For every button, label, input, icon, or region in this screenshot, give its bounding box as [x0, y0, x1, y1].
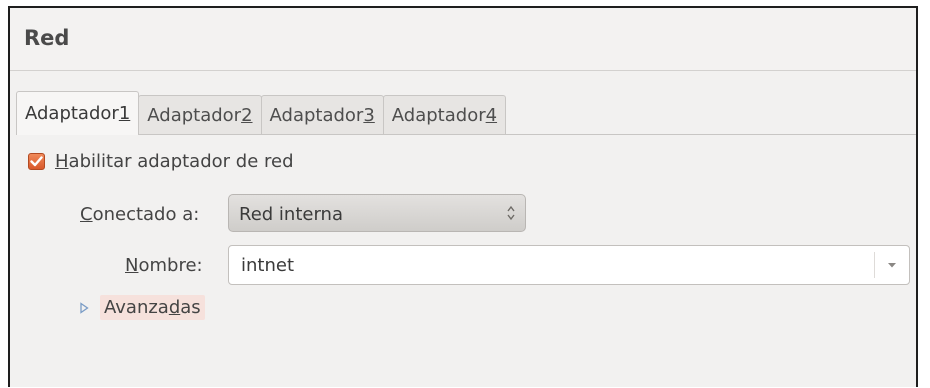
tab-panel-border	[16, 134, 916, 135]
window-title: Red	[24, 26, 70, 50]
name-label: Nombre:	[125, 255, 203, 276]
tab-label-mnemonic: 4	[485, 105, 498, 126]
advanced-label: Avanzadas	[100, 295, 205, 320]
adapter-tabs: Adaptador 1 Adaptador 2 Adaptador 3 Adap…	[16, 91, 507, 135]
tab-label-prefix: Adaptador	[269, 105, 364, 126]
tab-label-prefix: Adaptador	[25, 103, 119, 124]
advanced-mnemonic: d	[168, 297, 181, 318]
name-combobox[interactable]: intnet	[228, 245, 910, 285]
enable-adapter-checkbox[interactable]	[28, 153, 45, 170]
name-text: ombre:	[138, 255, 203, 276]
dropdown-arrow-icon[interactable]	[885, 260, 899, 270]
connected-to-value: Red interna	[239, 204, 343, 225]
expander-triangle-icon	[80, 301, 89, 314]
connected-to-label: Conectado a:	[80, 204, 199, 225]
spin-arrows-icon	[507, 205, 515, 221]
tab-adaptador-3[interactable]: Adaptador 3	[260, 95, 384, 135]
tab-label-prefix: Adaptador	[147, 105, 242, 126]
enable-adapter-mnemonic: H	[55, 151, 69, 172]
tab-adaptador-1[interactable]: Adaptador 1	[16, 91, 140, 135]
tab-label-mnemonic: 1	[118, 103, 131, 124]
checkmark-icon	[30, 156, 43, 167]
tab-label-mnemonic: 2	[241, 105, 253, 126]
advanced-text-post: as	[180, 297, 201, 318]
tab-adaptador-2[interactable]: Adaptador 2	[138, 95, 262, 135]
connected-to-select[interactable]: Red interna	[228, 194, 526, 232]
name-input-value[interactable]: intnet	[241, 255, 294, 276]
dialog-window: Red Adaptador 1 Adaptador 2 Adaptador 3 …	[8, 6, 918, 387]
tab-label-prefix: Adaptador	[391, 105, 486, 126]
enable-adapter-row[interactable]: Habilitar adaptador de red	[28, 151, 294, 172]
connected-to-mnemonic: C	[80, 204, 93, 225]
combo-divider	[874, 252, 875, 278]
title-bar: Red	[10, 8, 916, 71]
connected-to-text: onectado a:	[92, 204, 200, 225]
enable-adapter-text: abilitar adaptador de red	[68, 151, 294, 172]
tab-adaptador-4[interactable]: Adaptador 4	[382, 95, 507, 135]
advanced-expander[interactable]: Avanzadas	[78, 295, 205, 320]
advanced-text-pre: Avanza	[104, 297, 169, 318]
name-mnemonic: N	[125, 255, 139, 276]
tab-label-mnemonic: 3	[363, 105, 375, 126]
enable-adapter-label: Habilitar adaptador de red	[55, 151, 294, 172]
